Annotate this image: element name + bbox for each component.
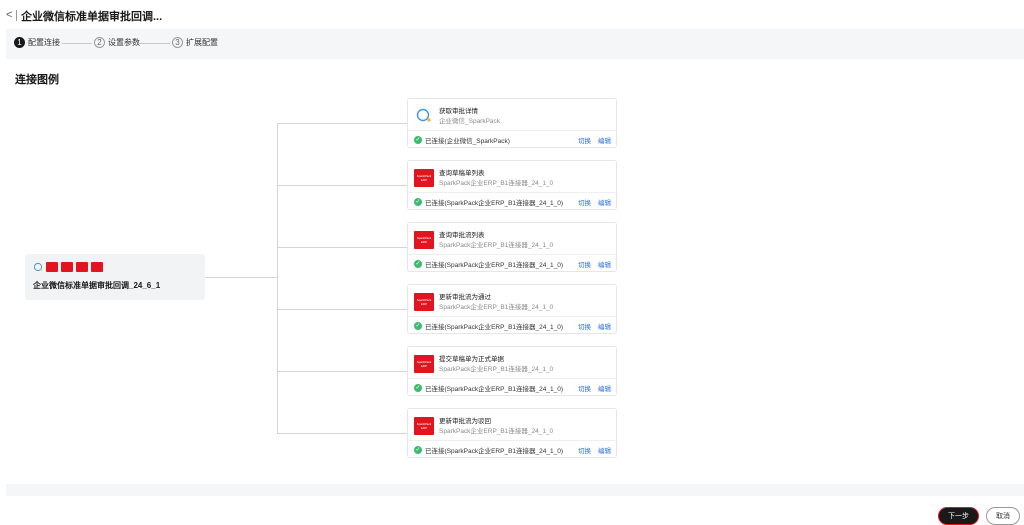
source-icons: [33, 262, 103, 272]
card-divider: [408, 440, 616, 441]
action-name: 查询审批流列表: [439, 232, 485, 239]
card-divider: [408, 192, 616, 193]
action-name: 获取审批详情: [439, 108, 478, 115]
edit-link[interactable]: 编辑: [598, 383, 611, 393]
connector-name: SparkPack企业ERP_B1连接器_24_1_0: [439, 366, 554, 373]
check-circle-icon: ✓: [414, 384, 422, 392]
sparkpack-icon: [46, 262, 58, 272]
card-divider: [408, 316, 616, 317]
step-number: 2: [94, 37, 105, 48]
action-name: 更新审批流为驳回: [439, 418, 491, 425]
action-name: 提交草稿单为正式单据: [439, 356, 504, 363]
step-number: 1: [14, 37, 25, 48]
sparkpack-icon: SparkPack ERP: [414, 169, 434, 187]
check-circle-icon: ✓: [414, 322, 422, 330]
connection-status: ✓ 已连接(企业微信_SparkPack): [414, 135, 510, 145]
target-card: SparkPack ERP 提交草稿单为正式单据 SparkPack企业ERP_…: [407, 346, 617, 396]
section-title: 连接图例: [15, 74, 59, 86]
check-circle-icon: ✓: [414, 446, 422, 454]
sparkpack-icon: [61, 262, 73, 272]
target-card: SparkPack ERP 查询审批流列表 SparkPack企业ERP_B1连…: [407, 222, 617, 272]
status-text: 已连接(SparkPack企业ERP_B1连接器_24_1_0): [425, 200, 563, 207]
switch-link[interactable]: 切换: [578, 197, 591, 207]
connector-line: [205, 277, 277, 278]
sparkpack-icon: SparkPack ERP: [414, 355, 434, 373]
connection-status: ✓ 已连接(SparkPack企业ERP_B1连接器_24_1_0): [414, 321, 563, 331]
target-card: SparkPack ERP 查询草稿单列表 SparkPack企业ERP_B1连…: [407, 160, 617, 210]
status-text: 已连接(SparkPack企业ERP_B1连接器_24_1_0): [425, 386, 563, 393]
wecom-icon: [416, 108, 431, 122]
sparkpack-icon: [76, 262, 88, 272]
check-circle-icon: ✓: [414, 136, 422, 144]
connector-branch: [277, 371, 407, 372]
connection-status: ✓ 已连接(SparkPack企业ERP_B1连接器_24_1_0): [414, 383, 563, 393]
title-divider: [16, 10, 17, 21]
switch-link[interactable]: 切换: [578, 135, 591, 145]
action-name: 更新审批流为通过: [439, 294, 491, 301]
step-label: 设置参数: [108, 38, 140, 47]
sparkpack-icon: SparkPack ERP: [414, 293, 434, 311]
connector-name: 企业微信_SparkPack: [439, 118, 501, 125]
connection-status: ✓ 已连接(SparkPack企业ERP_B1连接器_24_1_0): [414, 197, 563, 207]
connector-branch: [277, 309, 407, 310]
switch-link[interactable]: 切换: [578, 383, 591, 393]
sparkpack-icon: SparkPack ERP: [414, 231, 434, 249]
next-step-button[interactable]: 下一步: [938, 507, 979, 525]
connector-branch: [277, 185, 407, 186]
step-2: 2 设置参数: [94, 37, 140, 48]
status-text: 已连接(企业微信_SparkPack): [425, 138, 510, 145]
status-text: 已连接(SparkPack企业ERP_B1连接器_24_1_0): [425, 448, 563, 455]
step-label: 配置连接: [28, 38, 60, 47]
sparkpack-icon: [91, 262, 103, 272]
edit-link[interactable]: 编辑: [598, 321, 611, 331]
sparkpack-icon: SparkPack ERP: [414, 417, 434, 435]
target-card: 获取审批详情 企业微信_SparkPack ✓ 已连接(企业微信_SparkPa…: [407, 98, 617, 148]
connector-branch: [277, 247, 407, 248]
connector-name: SparkPack企业ERP_B1连接器_24_1_0: [439, 428, 554, 435]
steps-bar: 1 配置连接 2 设置参数 3 扩展配置: [6, 29, 1024, 59]
step-label: 扩展配置: [186, 38, 218, 47]
connection-status: ✓ 已连接(SparkPack企业ERP_B1连接器_24_1_0): [414, 259, 563, 269]
connector-branch: [277, 433, 407, 434]
action-name: 查询草稿单列表: [439, 170, 485, 177]
target-card: SparkPack ERP 更新审批流为通过 SparkPack企业ERP_B1…: [407, 284, 617, 334]
connector-name: SparkPack企业ERP_B1连接器_24_1_0: [439, 180, 554, 187]
step-connector: [138, 43, 170, 44]
switch-link[interactable]: 切换: [578, 321, 591, 331]
source-flow-name: 企业微信标准单据审批回调_24_6_1: [33, 281, 161, 290]
connector-name: SparkPack企业ERP_B1连接器_24_1_0: [439, 242, 554, 249]
cancel-button[interactable]: 取消: [986, 507, 1020, 525]
status-text: 已连接(SparkPack企业ERP_B1连接器_24_1_0): [425, 262, 563, 269]
target-card: SparkPack ERP 更新审批流为驳回 SparkPack企业ERP_B1…: [407, 408, 617, 458]
card-divider: [408, 254, 616, 255]
footer-bar: [6, 484, 1024, 496]
edit-link[interactable]: 编辑: [598, 445, 611, 455]
source-flow-card[interactable]: 企业微信标准单据审批回调_24_6_1: [25, 254, 205, 300]
connector-branch: [277, 123, 407, 124]
step-3: 3 扩展配置: [172, 37, 218, 48]
step-connector: [62, 43, 92, 44]
back-icon[interactable]: <: [6, 9, 12, 21]
page-title: 企业微信标准单据审批回调...: [21, 11, 163, 23]
card-divider: [408, 378, 616, 379]
check-circle-icon: ✓: [414, 198, 422, 206]
edit-link[interactable]: 编辑: [598, 259, 611, 269]
edit-link[interactable]: 编辑: [598, 135, 611, 145]
step-number: 3: [172, 37, 183, 48]
edit-link[interactable]: 编辑: [598, 197, 611, 207]
switch-link[interactable]: 切换: [578, 259, 591, 269]
card-divider: [408, 130, 616, 131]
status-text: 已连接(SparkPack企业ERP_B1连接器_24_1_0): [425, 324, 563, 331]
step-1: 1 配置连接: [14, 37, 60, 48]
wecom-icon: [33, 262, 43, 272]
connector-name: SparkPack企业ERP_B1连接器_24_1_0: [439, 304, 554, 311]
connector-trunk: [277, 123, 278, 433]
check-circle-icon: ✓: [414, 260, 422, 268]
connection-status: ✓ 已连接(SparkPack企业ERP_B1连接器_24_1_0): [414, 445, 563, 455]
switch-link[interactable]: 切换: [578, 445, 591, 455]
